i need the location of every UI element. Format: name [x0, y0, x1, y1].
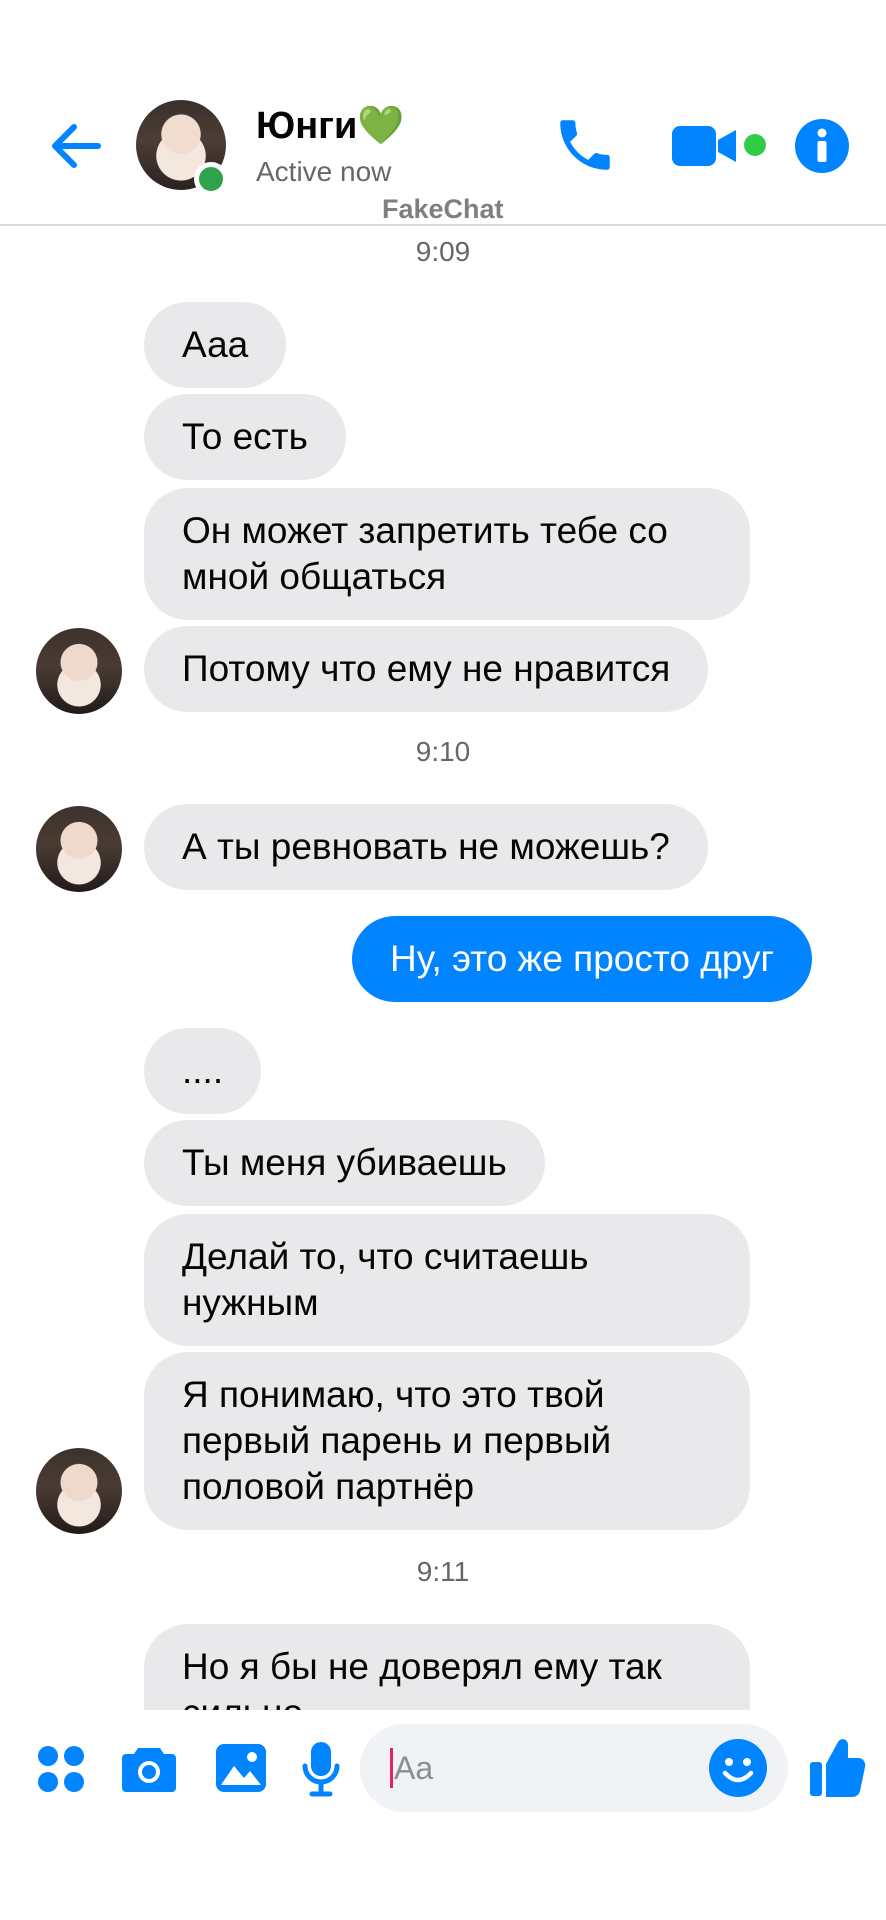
- video-active-dot: [744, 134, 766, 156]
- watermark: FakeChat: [382, 194, 504, 224]
- apps-icon[interactable]: [36, 1744, 86, 1794]
- contact-avatar[interactable]: [36, 628, 122, 714]
- message-bubble-incoming[interactable]: Потому что ему не нравится: [144, 626, 709, 712]
- online-indicator: [194, 162, 228, 196]
- arrow-left-icon[interactable]: [46, 116, 106, 176]
- timestamp: 9:09: [415, 236, 471, 267]
- message-input-box[interactable]: [360, 1724, 788, 1812]
- contact-avatar[interactable]: [36, 1448, 122, 1534]
- active-status: Active now: [256, 156, 392, 187]
- timestamp: 9:11: [416, 1556, 470, 1587]
- message-bubble-outgoing[interactable]: Ну, это же просто друг: [352, 916, 812, 1002]
- contact-avatar[interactable]: [36, 806, 122, 892]
- info-icon[interactable]: [794, 118, 850, 174]
- camera-icon[interactable]: [120, 1744, 178, 1794]
- message-composer: [0, 1710, 886, 1920]
- message-bubble-incoming[interactable]: Ааа: [144, 302, 287, 388]
- message-bubble-incoming[interactable]: Но я бы не доверял ему так сильно: [144, 1624, 750, 1710]
- chat-header: Юнги💚 Active now FakeChat: [0, 0, 886, 226]
- text-cursor: [390, 1748, 393, 1788]
- image-icon[interactable]: [214, 1742, 268, 1794]
- message-bubble-incoming[interactable]: Делай то, что считаешь нужным: [144, 1214, 750, 1346]
- emoji-icon[interactable]: [708, 1738, 768, 1798]
- thumbs-up-icon[interactable]: [808, 1736, 866, 1798]
- message-input[interactable]: [394, 1724, 694, 1812]
- contact-name[interactable]: Юнги💚: [256, 104, 405, 148]
- phone-icon[interactable]: [552, 112, 618, 178]
- message-bubble-incoming[interactable]: Я понимаю, что это твой первый парень и …: [144, 1352, 750, 1530]
- message-bubble-incoming[interactable]: А ты ревновать не можешь?: [144, 804, 708, 890]
- message-thread[interactable]: 9:09 Ааа То есть Он может запретить тебе…: [0, 228, 886, 1710]
- message-bubble-incoming[interactable]: Он может запретить тебе со мной общаться: [144, 488, 750, 620]
- message-bubble-incoming[interactable]: ....: [144, 1028, 262, 1114]
- message-bubble-incoming[interactable]: То есть: [144, 394, 346, 480]
- video-camera-icon[interactable]: [670, 122, 740, 170]
- message-bubble-incoming[interactable]: Ты меня убиваешь: [144, 1120, 545, 1206]
- timestamp: 9:10: [415, 736, 471, 767]
- microphone-icon[interactable]: [302, 1740, 340, 1798]
